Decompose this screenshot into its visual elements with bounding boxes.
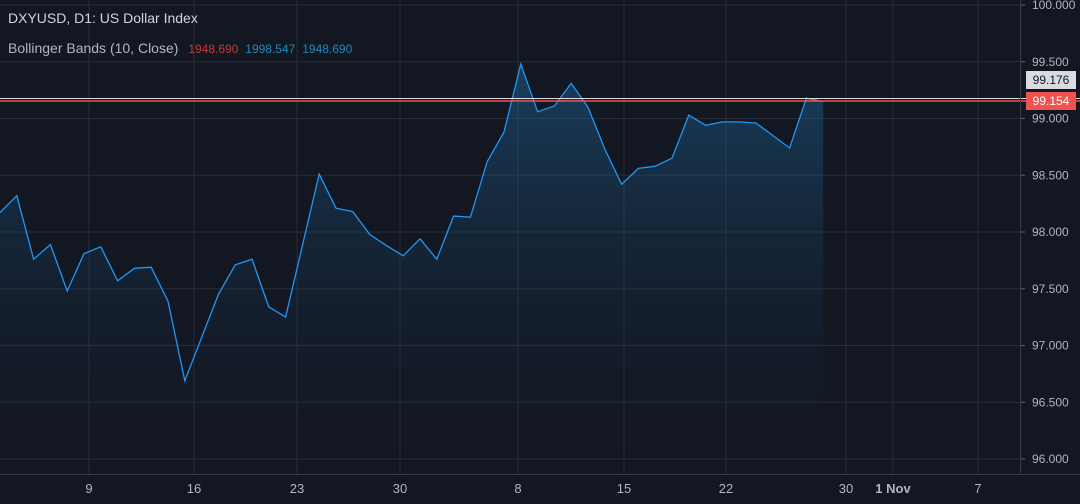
y-tick-label: 97.000	[1032, 339, 1069, 353]
indicator-value-middle: 1998.547	[245, 42, 296, 56]
x-tick-label: 30	[393, 481, 407, 496]
indicator-row[interactable]: Bollinger Bands (10, Close) 1948.690 199…	[8, 38, 352, 59]
chart-area[interactable]: 96.000 96.500 97.000 97.500 98.000 98.500 99.0…	[0, 0, 1080, 504]
x-tick-label: 15	[617, 481, 631, 496]
chart-legend: DXYUSD, D1: US Dollar Index Bollinger Ba…	[8, 8, 352, 59]
price-tag-last: 99.154	[1026, 92, 1076, 110]
y-tick-label: 99.000	[1032, 112, 1069, 126]
y-tick-label: 99.500	[1032, 55, 1069, 69]
indicator-value-lower: 1948.690	[188, 42, 239, 56]
y-tick-label: 97.500	[1032, 282, 1069, 296]
y-tick-label: 96.500	[1032, 395, 1069, 409]
price-chart[interactable]: 96.000 96.500 97.000 97.500 98.000 98.500 99.0…	[0, 0, 1080, 504]
y-tick-label: 100.000	[1032, 0, 1076, 12]
x-tick-label: 1 Nov	[875, 481, 911, 496]
area-fill	[0, 64, 824, 474]
y-tick-label: 98.000	[1032, 225, 1069, 239]
x-tick-label: 7	[974, 481, 981, 496]
x-tick-label: 22	[719, 481, 733, 496]
indicator-name: Bollinger Bands (10, Close)	[8, 40, 179, 56]
price-tag-upper: 99.176	[1026, 71, 1076, 89]
x-tick-label: 30	[839, 481, 853, 496]
y-tick-label: 98.500	[1032, 168, 1069, 182]
indicator-value-upper: 1948.690	[302, 42, 353, 56]
x-tick-label: 9	[85, 481, 92, 496]
x-tick-label: 16	[187, 481, 201, 496]
symbol-title[interactable]: DXYUSD, D1: US Dollar Index	[8, 8, 352, 28]
y-tick-label: 96.000	[1032, 452, 1069, 466]
x-tick-label: 8	[514, 481, 521, 496]
x-tick-label: 23	[290, 481, 304, 496]
